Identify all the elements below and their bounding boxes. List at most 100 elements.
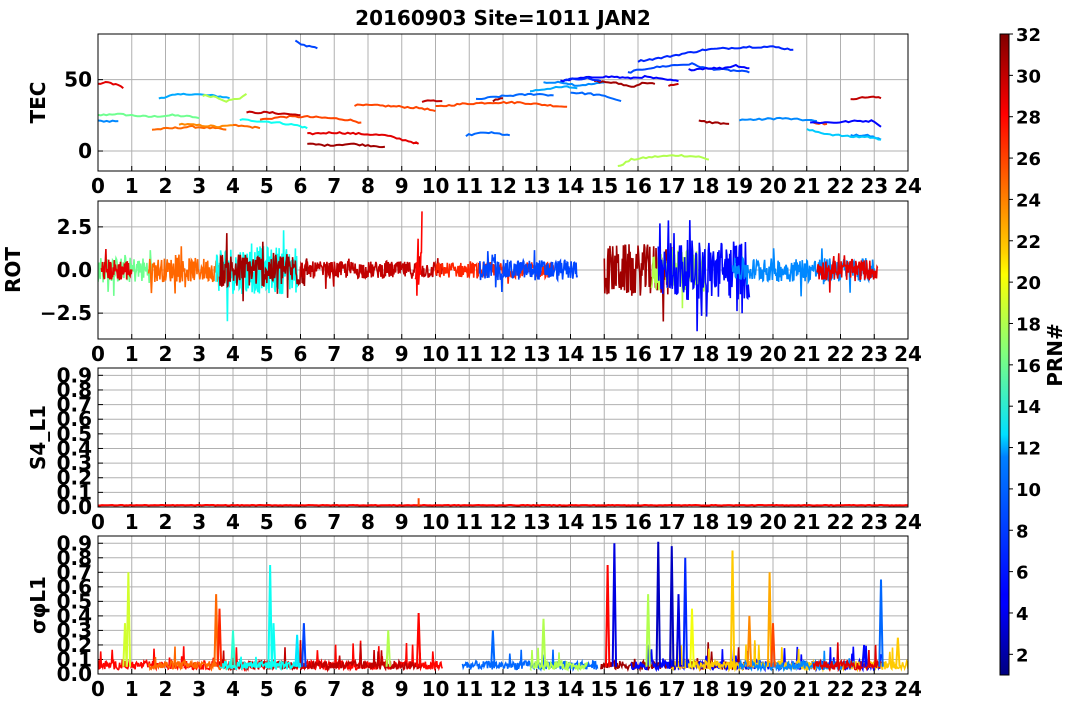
x-tick-label: 3: [192, 174, 206, 198]
x-tick-label: 18: [692, 342, 720, 366]
colorbar-tick-label: 24: [1016, 190, 1041, 211]
sigma-spike: [122, 623, 128, 667]
colorbar-tick-label: 4: [1016, 604, 1029, 625]
tec-series-line: [637, 45, 794, 63]
x-tick-label: 10: [422, 677, 450, 701]
colorbar-tick-label: 14: [1016, 397, 1041, 418]
x-tick-label: 1: [125, 510, 139, 534]
x-tick-label: 8: [361, 342, 375, 366]
x-tick-label: 12: [489, 342, 517, 366]
tec-series-line: [307, 142, 386, 149]
x-tick-label: 15: [590, 510, 618, 534]
x-tick-label: 13: [523, 342, 551, 366]
x-tick-label: 0: [91, 174, 105, 198]
colorbar-tick-label: 26: [1016, 149, 1041, 170]
tec-series-line: [354, 103, 436, 113]
sigma-spike: [267, 565, 273, 667]
x-tick-label: 12: [489, 677, 517, 701]
colorbar-tick-label: 28: [1016, 108, 1041, 129]
x-tick-label: 17: [658, 342, 686, 366]
y-axis-label: TEC: [26, 82, 50, 124]
x-tick-label: 9: [395, 342, 409, 366]
panel-s4: 0 1 2 3 4 5 6 7 8 9 10 11 12 13 14 15 16 17 18 19 20 21 22 23 24…: [26, 363, 922, 534]
plot-area: [98, 39, 882, 167]
tec-series-line: [475, 92, 554, 100]
x-tick-label: 3: [192, 510, 206, 534]
colorbar-tick-label: 22: [1016, 232, 1041, 253]
x-tick-label: 18: [692, 174, 720, 198]
panel-tec: 0 1 2 3 4 5 6 7 8 9 10 11 12 13 14 15 16 17 18 19 20 21 22 23 24…: [26, 33, 922, 198]
x-tick-label: 19: [725, 510, 753, 534]
figure: 20160903 Site=1011 JAN2 0 1 2 3 4 5 6 7 8 9 10 11 12…: [1, 6, 1067, 701]
x-tick-label: 2: [159, 677, 173, 701]
x-tick-label: 0: [91, 677, 105, 701]
x-tick-label: 5: [260, 342, 274, 366]
x-tick-label: 0: [91, 342, 105, 366]
x-tick-label: 4: [226, 174, 240, 198]
x-tick-label: 4: [226, 677, 240, 701]
sigma-spike: [682, 557, 688, 667]
x-tick-label: 13: [523, 677, 551, 701]
x-tick-label: 22: [827, 510, 855, 534]
x-tick-label: 16: [624, 174, 652, 198]
x-tick-label: 5: [260, 677, 274, 701]
sigma-spike: [611, 543, 618, 667]
x-tick-label: 24: [894, 510, 922, 534]
x-tick-label: 14: [557, 342, 585, 366]
x-tick-label: 7: [327, 677, 341, 701]
x-tick-label: 5: [260, 510, 274, 534]
x-tick-label: 7: [327, 174, 341, 198]
x-tick-label: 6: [294, 510, 308, 534]
colorbar-tick-label: 12: [1016, 439, 1041, 460]
sigma-spike: [766, 572, 773, 667]
y-axis-label: S4_L1: [26, 405, 50, 470]
y-tick-label: 50: [64, 68, 92, 92]
x-tick-label: 15: [590, 677, 618, 701]
tec-series-line: [421, 99, 443, 103]
colorbar-tick-label: 20: [1016, 273, 1041, 294]
x-tick-label: 24: [894, 677, 922, 701]
x-tick-label: 11: [455, 174, 483, 198]
sigma-spike: [675, 594, 682, 667]
x-tick-label: 23: [860, 510, 888, 534]
x-tick-label: 1: [125, 174, 139, 198]
x-tick-label: 9: [395, 174, 409, 198]
tec-series-line: [98, 119, 119, 123]
sigma-spike: [604, 565, 611, 667]
x-tick-label: 1: [125, 677, 139, 701]
sigma-spike: [301, 623, 307, 667]
x-tick-label: 23: [860, 677, 888, 701]
x-tick-label: 2: [159, 174, 173, 198]
tec-series-line: [492, 97, 504, 103]
x-tick-label: 11: [455, 677, 483, 701]
x-tick-label: 12: [489, 174, 517, 198]
x-tick-label: 16: [624, 510, 652, 534]
x-tick-label: 22: [827, 677, 855, 701]
tec-series-line: [806, 128, 882, 141]
x-tick-label: 19: [725, 342, 753, 366]
sigma-spike: [415, 612, 422, 667]
y-tick-label: −2.5: [40, 301, 92, 325]
x-tick-label: 19: [725, 677, 753, 701]
sigma-spike: [878, 579, 884, 667]
tec-series-line: [294, 39, 318, 50]
sigma-spike: [689, 608, 695, 667]
x-tick-label: 23: [860, 174, 888, 198]
chart-title: 20160903 Site=1011 JAN2: [355, 6, 651, 30]
tec-series-line: [232, 123, 261, 130]
colorbar-label: PRN#: [1043, 323, 1067, 387]
x-tick-label: 10: [422, 174, 450, 198]
sigma-spike: [895, 637, 901, 667]
tec-series-line: [593, 79, 656, 88]
sigma-spike: [385, 630, 391, 667]
tec-series-line: [543, 80, 605, 87]
x-tick-label: 22: [827, 342, 855, 366]
x-tick-label: 20: [759, 510, 787, 534]
x-tick-label: 16: [624, 677, 652, 701]
sigma-spike: [729, 550, 736, 667]
x-tick-label: 18: [692, 510, 720, 534]
colorbar-tick-label: 16: [1016, 356, 1041, 377]
x-tick-label: 14: [557, 677, 585, 701]
x-tick-label: 19: [725, 174, 753, 198]
x-tick-label: 24: [894, 174, 922, 198]
